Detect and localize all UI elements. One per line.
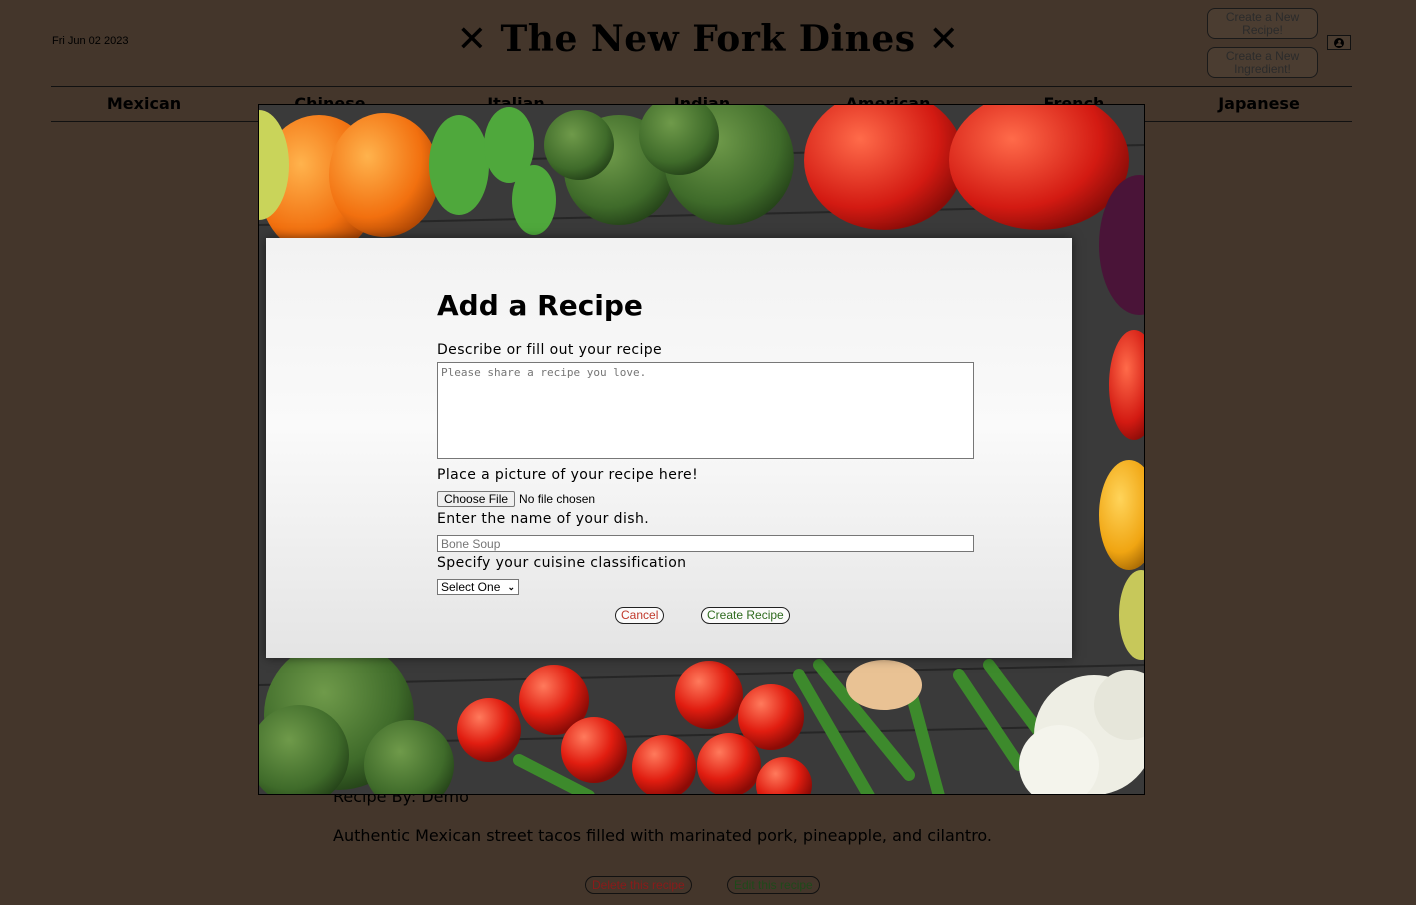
create-recipe-button[interactable]: Create a New Recipe! xyxy=(1207,8,1318,39)
fork-knife-icon: ✕ xyxy=(928,19,960,60)
modal-title: Add a Recipe xyxy=(437,289,643,322)
nav-item-japanese[interactable]: Japanese xyxy=(1166,94,1352,113)
create-recipe-submit-button[interactable]: Create Recipe xyxy=(701,607,790,624)
user-circle-icon xyxy=(1334,37,1344,48)
create-ingredient-button[interactable]: Create a New Ingredient! xyxy=(1207,47,1318,78)
dish-name-input[interactable] xyxy=(437,535,974,552)
delete-recipe-button[interactable]: Delete this recipe xyxy=(585,876,692,894)
describe-label: Describe or fill out your recipe xyxy=(437,342,663,358)
site-title: ✕ The New Fork Dines ✕ xyxy=(0,18,1416,60)
picture-label: Place a picture of your recipe here! xyxy=(437,467,699,483)
nav-item-mexican[interactable]: Mexican xyxy=(51,94,237,113)
cuisine-label: Specify your cuisine classification xyxy=(437,555,687,571)
cuisine-select[interactable]: Select One ⌄ xyxy=(437,579,519,595)
fork-knife-icon: ✕ xyxy=(456,19,488,60)
cuisine-select-value: Select One xyxy=(441,580,501,594)
site-title-text: The New Fork Dines xyxy=(500,18,916,60)
recipe-description: Authentic Mexican street tacos filled wi… xyxy=(333,826,993,845)
file-status: No file chosen xyxy=(519,492,596,506)
user-account-button[interactable] xyxy=(1327,35,1351,50)
recipe-description-textarea[interactable] xyxy=(437,362,974,459)
file-upload-field: Choose File No file chosen xyxy=(437,491,595,507)
choose-file-button[interactable]: Choose File xyxy=(437,491,516,507)
chevron-down-icon: ⌄ xyxy=(507,582,515,592)
edit-recipe-button[interactable]: Edit this recipe xyxy=(727,876,820,894)
dish-name-label: Enter the name of your dish. xyxy=(437,511,650,527)
add-recipe-modal: Add a Recipe Describe or fill out your r… xyxy=(258,104,1145,795)
cancel-button[interactable]: Cancel xyxy=(615,607,665,624)
